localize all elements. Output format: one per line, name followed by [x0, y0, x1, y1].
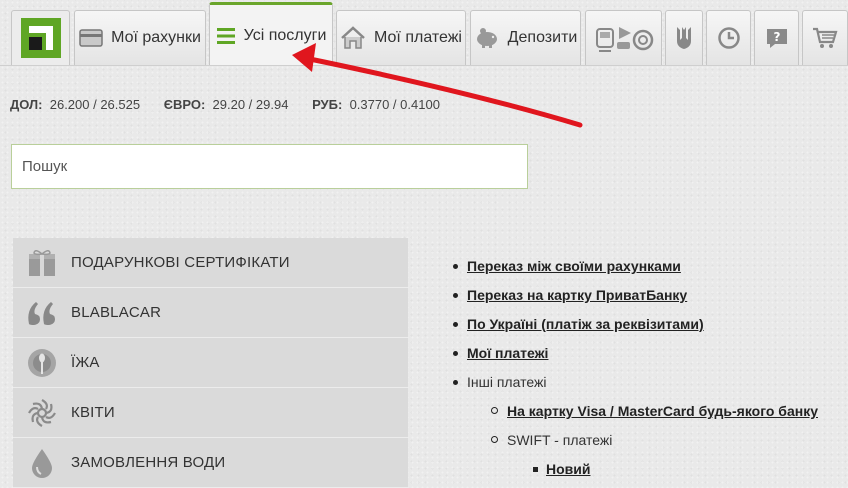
category-menu: ПОДАРУНКОВІ СЕРТИФІКАТИ BLABLACAR ЇЖА КВ… — [13, 238, 408, 488]
menu-item-label: ЗАМОВЛЕННЯ ВОДИ — [71, 454, 226, 471]
list-item: SWIFT - платежі — [445, 426, 818, 455]
rate-label: ДОЛ: — [10, 97, 43, 112]
list-item: Інші платежі — [445, 368, 818, 397]
swift-payments-label: SWIFT - платежі — [507, 432, 613, 448]
flower-icon — [13, 397, 71, 429]
tab-label: Мої рахунки — [111, 29, 201, 46]
quote-icon — [13, 300, 71, 326]
link-visa-mastercard[interactable]: На картку Visa / MasterCard будь-якого б… — [507, 403, 818, 419]
rate-label: РУБ: — [312, 97, 343, 112]
tab-label: Депозити — [507, 29, 578, 46]
other-payments-label: Інші платежі — [467, 374, 547, 390]
tab-my-payments[interactable]: Мої платежі — [336, 10, 466, 65]
privatbank-logo-icon — [20, 18, 61, 58]
list-item: Переказ між своїми рахунками — [445, 252, 818, 281]
cutlery-icon — [13, 347, 71, 379]
exchange-rates: ДОЛ: 26.200 / 26.525 ЄВРО: 29.20 / 29.94… — [10, 97, 460, 112]
rate-value: 26.200 / 26.525 — [49, 97, 141, 112]
list-item: Новий — [445, 455, 818, 484]
tab-history[interactable] — [706, 10, 751, 65]
trident-icon — [675, 25, 693, 51]
tab-label: Усі послуги — [243, 26, 327, 44]
home-icon — [340, 26, 366, 50]
rate-usd: ДОЛ: 26.200 / 26.525 — [10, 97, 140, 112]
tab-help[interactable]: ? — [754, 10, 799, 65]
tab-government[interactable] — [665, 10, 703, 65]
links-list: Переказ між своїми рахунками Переказ на … — [445, 252, 818, 484]
cart-icon — [812, 26, 838, 50]
help-icon: ? — [765, 26, 789, 50]
card-icon — [79, 29, 103, 47]
menu-item-flowers[interactable]: КВІТИ — [13, 388, 408, 438]
menu-item-water-order[interactable]: ЗАМОВЛЕННЯ ВОДИ — [13, 438, 408, 488]
water-drop-icon — [13, 447, 71, 479]
menu-item-label: ЇЖА — [71, 354, 100, 371]
rate-value: 0.3770 / 0.4100 — [349, 97, 440, 112]
link-my-payments[interactable]: Мої платежі — [467, 345, 548, 361]
rate-rub: РУБ: 0.3770 / 0.4100 — [312, 97, 440, 112]
tab-my-accounts[interactable]: Мої рахунки — [74, 10, 206, 65]
list-item: На картку Visa / MasterCard будь-якого б… — [445, 397, 818, 426]
menu-item-blablacar[interactable]: BLABLACAR — [13, 288, 408, 338]
svg-text:?: ? — [773, 30, 780, 44]
menu-item-label: BLABLACAR — [71, 304, 162, 321]
tab-deposits[interactable]: Депозити — [470, 10, 581, 65]
search-input[interactable] — [11, 144, 528, 189]
tab-travel[interactable] — [585, 10, 662, 65]
link-ukraine-payment[interactable]: По Україні (платіж за реквізитами) — [467, 316, 704, 332]
menu-item-label: КВІТИ — [71, 404, 115, 421]
rate-label: ЄВРО: — [163, 97, 206, 112]
nav-divider — [0, 65, 848, 66]
link-own-accounts-transfer[interactable]: Переказ між своїми рахунками — [467, 258, 681, 274]
link-privatbank-card-transfer[interactable]: Переказ на картку ПриватБанку — [467, 287, 687, 303]
rate-value: 29.20 / 29.94 — [212, 97, 289, 112]
list-item: Мої платежі — [445, 339, 818, 368]
tab-shop[interactable] — [802, 10, 848, 65]
gift-icon — [13, 248, 71, 278]
link-swift-new[interactable]: Новий — [546, 461, 590, 477]
transport-icon — [593, 23, 655, 53]
list-item: Переказ на картку ПриватБанку — [445, 281, 818, 310]
list-item: По Україні (платіж за реквізитами) — [445, 310, 818, 339]
history-icon — [717, 26, 741, 50]
piggy-bank-icon — [474, 27, 500, 49]
menu-item-food[interactable]: ЇЖА — [13, 338, 408, 388]
top-nav: Мої рахунки Усі послуги Мої платежі Депо… — [0, 0, 848, 66]
menu-item-gift-certificates[interactable]: ПОДАРУНКОВІ СЕРТИФІКАТИ — [13, 238, 408, 288]
rate-eur: ЄВРО: 29.20 / 29.94 — [164, 97, 289, 112]
list-icon — [216, 26, 236, 46]
tab-home-logo[interactable] — [11, 10, 70, 65]
tab-label: Мої платежі — [374, 29, 462, 46]
payments-links: Переказ між своїми рахунками Переказ на … — [445, 252, 818, 484]
menu-item-label: ПОДАРУНКОВІ СЕРТИФІКАТИ — [71, 254, 290, 271]
tab-all-services[interactable]: Усі послуги — [209, 2, 333, 66]
